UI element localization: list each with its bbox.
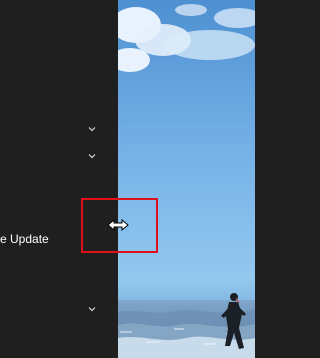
- chevron-down-icon[interactable]: [88, 125, 96, 133]
- chevron-down-icon[interactable]: [88, 152, 96, 160]
- settings-sidebar: e Update: [0, 0, 118, 358]
- settings-window-crop: e Update: [0, 0, 255, 358]
- chevron-down-icon[interactable]: [88, 305, 96, 313]
- resize-horizontal-cursor-icon[interactable]: [106, 218, 130, 232]
- wallpaper-image: [118, 0, 255, 358]
- wallpaper-image-art: [118, 0, 255, 358]
- menu-item-update-label[interactable]: e Update: [0, 230, 60, 248]
